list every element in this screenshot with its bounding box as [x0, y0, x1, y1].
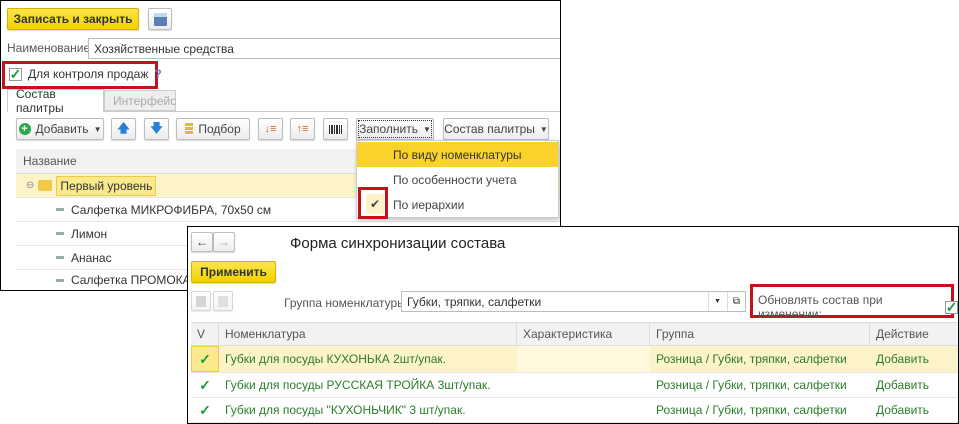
table-row[interactable]: ✓ Губки для посуды РУССКАЯ ТРОЙКА 3шт/уп…	[191, 373, 958, 398]
add-button[interactable]: + Добавить ▼	[16, 118, 104, 140]
menu-item-by-kind[interactable]: По виду номенклатуры	[357, 142, 558, 167]
fill-button[interactable]: Заполнить ▼	[356, 118, 434, 140]
action-cell: Добавить	[876, 378, 930, 392]
item-icon	[56, 208, 64, 211]
column-item: Номенклатура	[219, 323, 517, 345]
row-label: Ананас	[71, 250, 112, 265]
check-all-button[interactable]	[191, 291, 211, 311]
chevron-down-icon: ▼	[93, 124, 102, 134]
tab-interface[interactable]: Интерфейс	[104, 90, 176, 111]
group-cell: Розница / Губки, тряпки, салфетки	[656, 352, 847, 366]
barcode-icon	[329, 124, 342, 134]
highlight-frame	[358, 187, 388, 219]
row-label: Салфетка МИКРОФИБРА, 70х50 см	[71, 202, 272, 217]
collapse-icon[interactable]: ⊖	[26, 180, 34, 191]
palette-label: Состав палитры	[444, 122, 535, 136]
table-row[interactable]: ✓ Губки для посуды КУХОНЬКА 2шт/упак. Ро…	[191, 346, 958, 373]
pick-label: Подбор	[198, 122, 241, 136]
plus-circle-icon: +	[18, 123, 31, 135]
action-cell: Добавить	[876, 403, 930, 417]
apply-button[interactable]: Применить	[191, 261, 276, 283]
column-group: Группа	[650, 323, 870, 345]
update-label: Обновлять состав при изменении:	[758, 293, 883, 321]
folder-icon	[38, 180, 53, 191]
item-cell: Губки для посуды "КУХОНЬЧИК" 3 шт/упак.	[225, 403, 466, 417]
feature-cell	[517, 398, 650, 422]
sort-button[interactable]: ↓≡	[258, 118, 283, 140]
item-icon	[56, 256, 64, 259]
row-label: Салфетка ПРОМОКАЛ	[71, 273, 199, 287]
check-icon: ✓	[199, 350, 211, 367]
save-button[interactable]	[148, 8, 172, 30]
floppy-icon	[153, 12, 167, 26]
help-icon[interactable]: ?	[154, 67, 161, 81]
sort-icon: ↓≡	[264, 123, 277, 135]
check-icon: ✓	[199, 401, 211, 418]
column-v: V	[191, 323, 219, 345]
move-down-button[interactable]: 🡇	[144, 118, 169, 140]
arrow-down-icon: 🡇	[150, 120, 163, 135]
name-input[interactable]: Хозяйственные средства	[88, 38, 560, 59]
arrow-left-icon: ←	[196, 235, 208, 249]
chevron-down-icon: ▼	[423, 124, 431, 134]
back-button[interactable]: ←	[191, 232, 213, 252]
check-icon: ✓	[945, 299, 958, 315]
dropdown-button[interactable]: ▼	[708, 292, 726, 311]
sort-up-icon: ↑≡	[296, 123, 309, 135]
arrow-right-icon: →	[218, 235, 230, 249]
sync-form-window: ← → Форма синхронизации состава Применит…	[187, 226, 959, 424]
arrow-up-icon: 🡅	[117, 120, 130, 135]
forward-button[interactable]: →	[213, 232, 235, 252]
stack-icon	[185, 123, 194, 135]
group-cell: Розница / Губки, тряпки, салфетки	[656, 378, 847, 392]
feature-cell	[517, 373, 650, 397]
table-header: V Номенклатура Характеристика Группа Дей…	[191, 322, 958, 346]
row-checkbox[interactable]: ✓	[191, 373, 219, 397]
group-value: Губки, тряпки, салфетки	[407, 294, 542, 309]
column-name: Название	[23, 154, 77, 168]
fill-label: Заполнить	[359, 122, 418, 136]
save-and-close-button[interactable]: Записать и закрыть	[7, 8, 139, 30]
form-title: Форма синхронизации состава	[290, 235, 506, 252]
row-label: Лимон	[71, 226, 108, 241]
check-icon: ✓	[199, 376, 211, 393]
item-icon	[56, 278, 64, 282]
chevron-down-icon: ▼	[539, 124, 548, 134]
update-on-change-checkbox[interactable]: Обновлять состав при изменении: ✓	[758, 293, 958, 321]
column-feature: Характеристика	[517, 323, 650, 345]
column-action: Действие	[876, 327, 929, 341]
uncheck-all-icon	[218, 295, 228, 307]
group-label: Группа номенклатуры:	[284, 296, 410, 310]
sales-control-checkbox[interactable]: ✓ Для контроля продаж ?	[9, 67, 162, 81]
pick-button[interactable]: Подбор	[176, 118, 250, 140]
open-icon[interactable]: ⧉	[727, 292, 745, 311]
item-cell: Губки для посуды КУХОНЬКА 2шт/упак.	[225, 352, 447, 366]
sort-up-button[interactable]: ↑≡	[290, 118, 315, 140]
move-up-button[interactable]: 🡅	[111, 118, 136, 140]
group-cell: Розница / Губки, тряпки, салфетки	[656, 403, 847, 417]
barcode-button[interactable]	[323, 118, 348, 140]
item-icon	[56, 232, 64, 235]
tab-palette[interactable]: Состав палитры	[7, 87, 104, 115]
uncheck-all-button[interactable]	[213, 291, 233, 311]
check-all-icon	[196, 295, 206, 307]
row-label: Первый уровень	[56, 175, 157, 196]
sales-control-label: Для контроля продаж	[28, 67, 149, 81]
table-row[interactable]: ✓ Губки для посуды "КУХОНЬЧИК" 3 шт/упак…	[191, 398, 958, 423]
item-cell: Губки для посуды РУССКАЯ ТРОЙКА 3шт/упак…	[225, 378, 491, 392]
feature-cell	[517, 346, 650, 372]
action-cell: Добавить	[876, 352, 930, 366]
palette-composition-button[interactable]: Состав палитры ▼	[443, 118, 549, 140]
add-label: Добавить	[35, 122, 89, 136]
row-checkbox[interactable]: ✓	[191, 398, 219, 422]
name-label: Наименование:	[7, 41, 94, 55]
check-icon: ✓	[9, 66, 22, 82]
group-input[interactable]: Губки, тряпки, салфетки ▼ ⧉	[401, 291, 746, 312]
row-checkbox[interactable]: ✓	[191, 346, 219, 372]
